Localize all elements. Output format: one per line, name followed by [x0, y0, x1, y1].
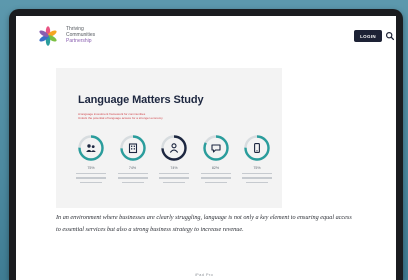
progress-ring — [119, 134, 147, 162]
stat-caption-line — [76, 173, 106, 175]
progress-ring — [243, 134, 271, 162]
stat-caption-line — [117, 173, 148, 175]
stat-caption-line — [163, 181, 185, 183]
site-header: Thriving Communities Partnership LOGIN — [16, 16, 396, 56]
logo-wordmark[interactable]: Thriving Communities Partnership — [66, 26, 156, 44]
stat-card: 82% — [199, 134, 233, 200]
progress-ring — [202, 134, 230, 162]
progress-ring — [160, 134, 188, 162]
stat-caption-line — [200, 177, 231, 179]
stat-card: 75% — [74, 134, 108, 200]
login-button[interactable]: LOGIN — [354, 30, 382, 42]
stat-caption-line — [117, 177, 148, 179]
stat-caption-line — [242, 177, 272, 179]
logo-icon[interactable] — [38, 26, 58, 46]
progress-ring — [77, 134, 105, 162]
stat-percent: 74% — [170, 166, 178, 170]
hero-title: Language Matters Study — [78, 94, 204, 106]
stat-percent: 82% — [211, 166, 220, 170]
stat-caption-line — [121, 181, 144, 183]
stat-caption-line — [204, 181, 227, 183]
stat-caption-line — [242, 173, 272, 175]
stat-percent: 75% — [87, 166, 95, 170]
stat-card: 74% — [116, 134, 150, 200]
stat-percent: 74% — [128, 166, 137, 170]
logo-line: Partnership — [66, 38, 92, 44]
hero-subtitle-line: Unlock the potential of language access … — [78, 116, 163, 120]
hero-banner: Language Matters Study A language invest… — [56, 68, 282, 208]
stat-row: 75% 74% 74% 82% 75% — [74, 134, 274, 200]
stat-caption-line — [80, 181, 102, 183]
device-label: iPad Pro — [194, 272, 214, 277]
stat-caption-line — [159, 173, 189, 175]
phone-icon — [254, 143, 260, 153]
stat-caption-line — [246, 181, 268, 183]
chat-icon — [210, 144, 221, 153]
stat-card: 74% — [157, 134, 191, 200]
hero-subtitle: A language investment framework for comm… — [78, 112, 198, 120]
stat-caption-line — [76, 177, 106, 179]
person-icon — [169, 143, 179, 153]
stat-caption-line — [200, 173, 231, 175]
stat-card: 75% — [240, 134, 274, 200]
stat-percent: 75% — [253, 166, 261, 170]
tablet-screen: Thriving Communities Partnership LOGIN L… — [16, 16, 396, 280]
search-icon[interactable] — [385, 31, 395, 41]
stat-caption-line — [159, 177, 189, 179]
building-icon — [128, 143, 137, 154]
people-icon — [86, 144, 96, 152]
intro-paragraph: In an environment where businesses are c… — [56, 214, 352, 233]
